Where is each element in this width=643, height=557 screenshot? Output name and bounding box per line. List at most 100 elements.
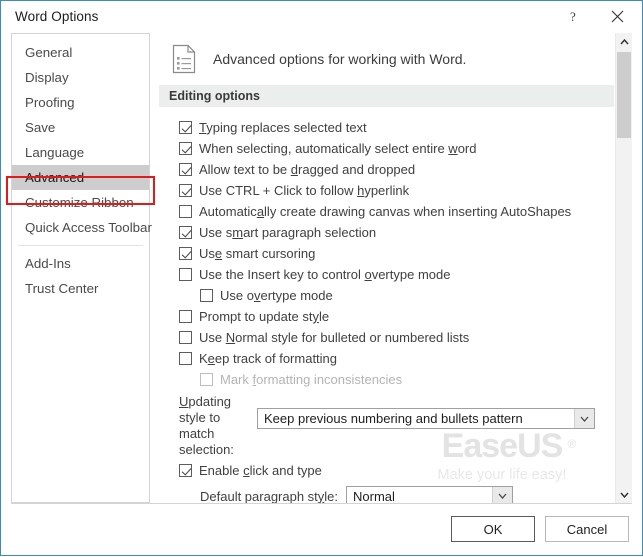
updating-style-label: Updating style to match selection: <box>179 394 257 458</box>
checkbox-label: Mark formatting inconsistencies <box>220 372 402 387</box>
sidebar-item-label: Display <box>25 70 69 85</box>
checkbox-row-allow-text-to-be-dragged-and-dropped[interactable]: Allow text to be dragged and dropped <box>179 159 614 180</box>
chevron-up-icon <box>620 39 629 45</box>
checkbox-row-automatically-create-drawing-canvas-when-inserting-autoshapes[interactable]: Automatically create drawing canvas when… <box>179 201 614 222</box>
sidebar-item-save[interactable]: Save <box>12 115 149 140</box>
sidebar-item-display[interactable]: Display <box>12 65 149 90</box>
close-icon <box>611 10 624 23</box>
sidebar-item-label: Save <box>25 120 55 135</box>
checkbox-use-smart-paragraph-selection[interactable] <box>179 226 192 239</box>
question-mark-icon: ? <box>567 10 580 24</box>
pane-heading: Advanced options for working with Word. <box>213 51 466 67</box>
scroll-down-button[interactable] <box>616 486 632 503</box>
sidebar-item-label: Customize Ribbon <box>25 195 134 210</box>
sidebar-item-list: General Display Proofing Save Language Advanc… <box>12 40 149 301</box>
scroll-up-button[interactable] <box>616 33 632 50</box>
window-title: Word Options <box>15 9 99 24</box>
checkbox-automatically-create-drawing-canvas-when-inserting-autoshapes[interactable] <box>179 205 192 218</box>
close-button[interactable] <box>596 1 638 32</box>
checkbox-keep-track-of-formatting[interactable] <box>179 352 192 365</box>
scrollbar-thumb[interactable] <box>617 52 631 138</box>
category-sidebar: General Display Proofing Save Language Advanc… <box>11 33 150 503</box>
content-scroll-region: Advanced options for working with Word. … <box>159 33 614 503</box>
checkbox-prompt-to-update-style[interactable] <box>179 310 192 323</box>
checkbox-row-use-smart-paragraph-selection[interactable]: Use smart paragraph selection <box>179 222 614 243</box>
section-title: Editing options <box>169 89 260 103</box>
sidebar-item-trust-center[interactable]: Trust Center <box>12 276 149 301</box>
sidebar-item-advanced[interactable]: Advanced <box>12 165 149 190</box>
checkbox-mark-formatting-inconsistencies <box>200 373 213 386</box>
checkbox-label: Use Normal style for bulleted or numbere… <box>199 330 469 345</box>
content-pane: Advanced options for working with Word. … <box>159 33 632 503</box>
checkbox-row-mark-formatting-inconsistencies: Mark formatting inconsistencies <box>179 369 614 390</box>
checkbox-row-typing-replaces-selected-text[interactable]: Typing replaces selected text <box>179 117 614 138</box>
checkbox-use-smart-cursoring[interactable] <box>179 247 192 260</box>
dialog-body: General Display Proofing Save Language Advanc… <box>1 33 642 503</box>
checkbox-row-use-ctrl-click-to-follow-hyperlink[interactable]: Use CTRL + Click to follow hyperlink <box>179 180 614 201</box>
checkbox-row-use-the-insert-key-to-control-overtype-mode[interactable]: Use the Insert key to control overtype m… <box>179 264 614 285</box>
sidebar-item-label: Quick Access Toolbar <box>25 220 152 235</box>
pane-header: Advanced options for working with Word. <box>159 33 614 77</box>
default-paragraph-style-select-value: Normal <box>347 487 492 504</box>
sidebar-item-language[interactable]: Language <box>12 140 149 165</box>
footer-divider <box>11 503 632 504</box>
cancel-button[interactable]: Cancel <box>545 516 629 542</box>
checkbox-use-overtype-mode[interactable] <box>200 289 213 302</box>
title-bar: Word Options ? <box>1 1 642 33</box>
updating-style-row: Updating style to match selection:Keep p… <box>179 394 614 458</box>
sidebar-item-label: Proofing <box>25 95 75 110</box>
checkbox-row-use-smart-cursoring[interactable]: Use smart cursoring <box>179 243 614 264</box>
checkbox-label: Keep track of formatting <box>199 351 337 366</box>
word-options-dialog: Word Options ? General Display Proofing Sav… <box>0 0 643 556</box>
default-paragraph-style-row: Default paragraph style: Normal <box>179 484 614 503</box>
checkbox-use-ctrl-click-to-follow-hyperlink[interactable] <box>179 184 192 197</box>
sidebar-item-label: Trust Center <box>25 281 98 296</box>
checkbox-row-when-selecting-automatically-select-entire-word[interactable]: When selecting, automatically select ent… <box>179 138 614 159</box>
checkbox-label: Allow text to be dragged and dropped <box>199 162 415 177</box>
checkbox-label: Prompt to update style <box>199 309 329 324</box>
chevron-down-icon[interactable] <box>492 487 512 504</box>
svg-text:?: ? <box>570 10 576 24</box>
default-paragraph-style-label: Default paragraph style: <box>200 489 338 504</box>
checkbox-label: Enable click and type <box>199 463 322 478</box>
checkbox-enable-click-and-type[interactable] <box>179 464 192 477</box>
editing-options-section-header: Editing options <box>159 85 614 107</box>
updating-style-select-wrap: Keep previous numbering and bullets patt… <box>257 394 595 429</box>
ok-button[interactable]: OK <box>451 516 535 542</box>
checkbox-row-enable-click-and-type[interactable]: Enable click and type <box>179 460 614 481</box>
sidebar-divider <box>18 245 143 246</box>
content-scrollbar[interactable] <box>615 33 632 503</box>
checkbox-label: When selecting, automatically select ent… <box>199 141 476 156</box>
default-paragraph-style-select[interactable]: Normal <box>346 486 513 504</box>
sidebar-item-general[interactable]: General <box>12 40 149 65</box>
document-page-icon <box>171 44 197 74</box>
checkbox-typing-replaces-selected-text[interactable] <box>179 121 192 134</box>
checkbox-label: Use the Insert key to control overtype m… <box>199 267 450 282</box>
sidebar-item-label: Add-Ins <box>25 256 71 271</box>
checkbox-row-use-normal-style-for-bulleted-or-numbered-lists[interactable]: Use Normal style for bulleted or numbere… <box>179 327 614 348</box>
updating-style-select[interactable]: Keep previous numbering and bullets patt… <box>257 408 595 429</box>
checkbox-use-normal-style-for-bulleted-or-numbered-lists[interactable] <box>179 331 192 344</box>
checkbox-label: Use CTRL + Click to follow hyperlink <box>199 183 409 198</box>
checkbox-allow-text-to-be-dragged-and-dropped[interactable] <box>179 163 192 176</box>
checkbox-row-use-overtype-mode[interactable]: Use overtype mode <box>179 285 614 306</box>
sidebar-item-label: General <box>25 45 72 60</box>
checkbox-label: Use smart paragraph selection <box>199 225 376 240</box>
sidebar-item-proofing[interactable]: Proofing <box>12 90 149 115</box>
sidebar-item-quick-access-toolbar[interactable]: Quick Access Toolbar <box>12 215 149 240</box>
help-button[interactable]: ? <box>552 1 594 32</box>
checkbox-label: Use smart cursoring <box>199 246 315 261</box>
updating-style-select-value: Keep previous numbering and bullets patt… <box>258 409 574 428</box>
chevron-down-icon[interactable] <box>574 409 594 428</box>
checkbox-use-the-insert-key-to-control-overtype-mode[interactable] <box>179 268 192 281</box>
sidebar-item-customize-ribbon[interactable]: Customize Ribbon <box>12 190 149 215</box>
checkbox-row-keep-track-of-formatting[interactable]: Keep track of formatting <box>179 348 614 369</box>
dialog-footer: OK Cancel <box>1 503 642 557</box>
sidebar-item-label: Language <box>25 145 84 160</box>
sidebar-item-add-ins[interactable]: Add-Ins <box>12 251 149 276</box>
checkbox-row-prompt-to-update-style[interactable]: Prompt to update style <box>179 306 614 327</box>
checkbox-when-selecting-automatically-select-entire-word[interactable] <box>179 142 192 155</box>
chevron-down-icon <box>620 492 629 498</box>
checkbox-label: Use overtype mode <box>220 288 333 303</box>
checkbox-label: Automatically create drawing canvas when… <box>199 204 571 219</box>
